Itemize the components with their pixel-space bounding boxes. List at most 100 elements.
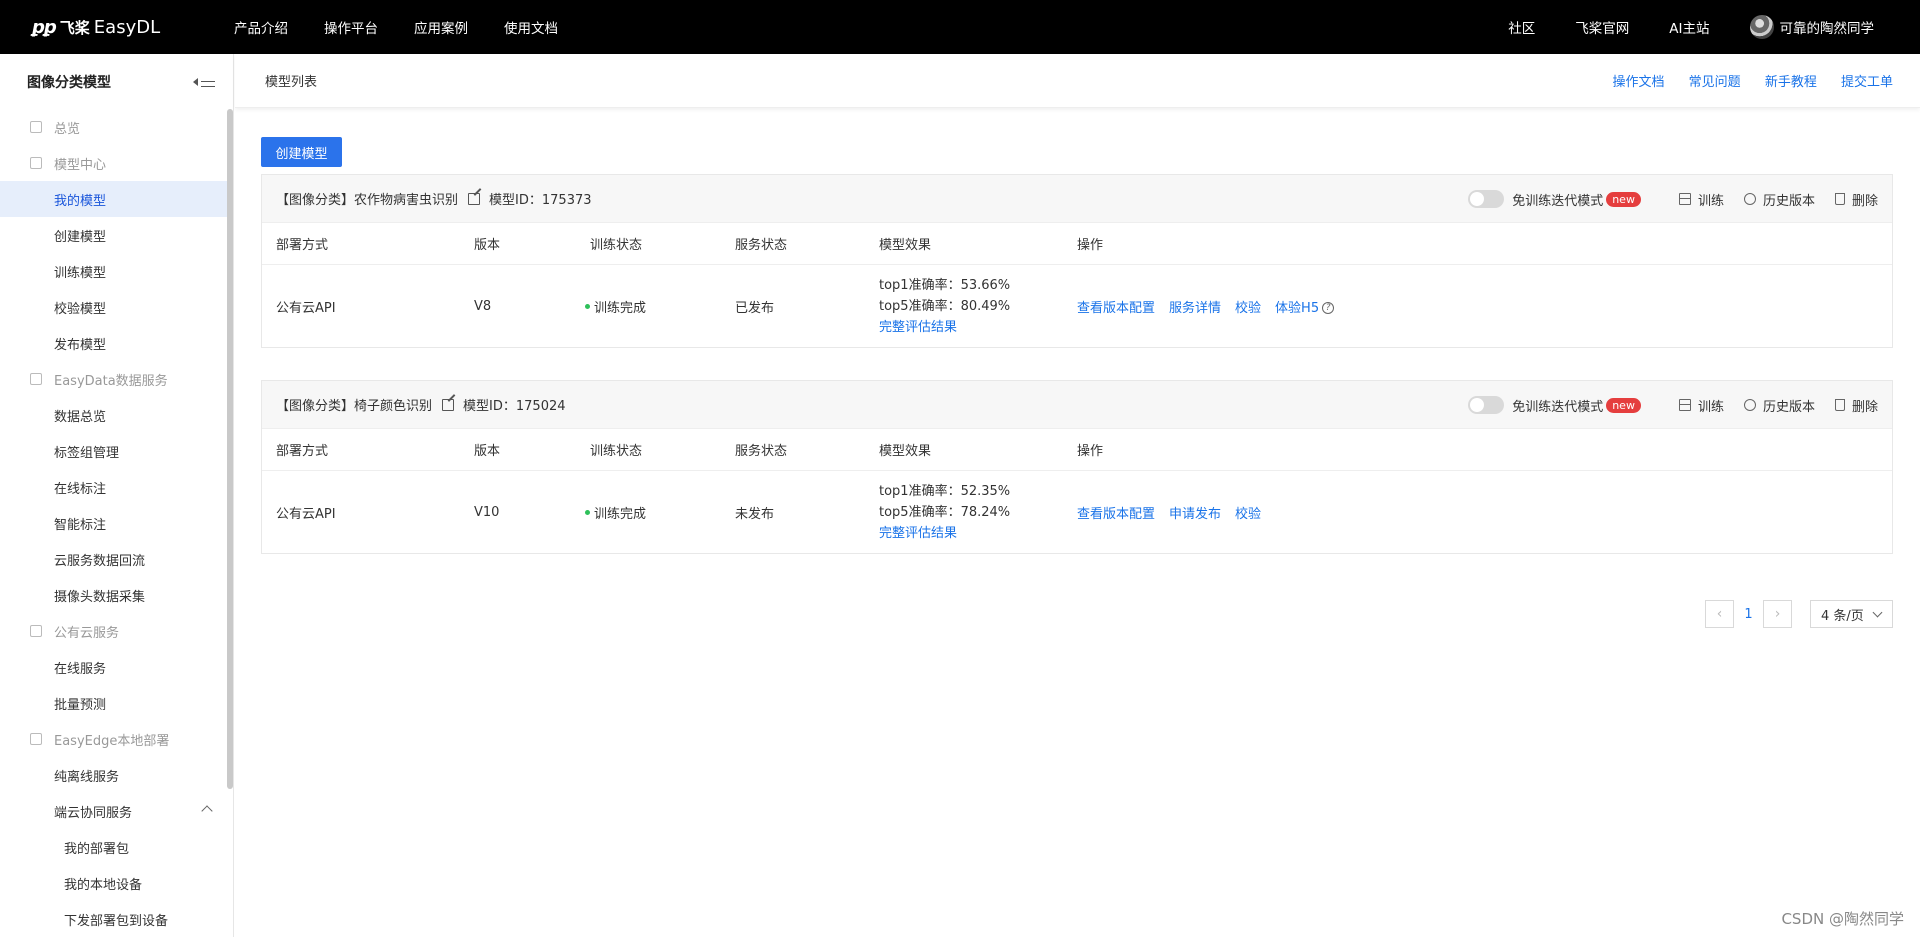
sidebar-item[interactable]: 下发部署包到设备: [0, 901, 233, 937]
col-deploy: 部署方式: [276, 444, 329, 459]
op-link[interactable]: 体验H5: [1275, 301, 1319, 316]
sidebar-item[interactable]: 智能标注: [0, 505, 233, 541]
sidebar-item[interactable]: 我的部署包: [0, 829, 233, 865]
sidebar-item[interactable]: 校验模型: [0, 289, 233, 325]
sidebar-item[interactable]: EasyEdge本地部署: [0, 721, 233, 757]
sidebar-item[interactable]: 创建模型: [0, 217, 233, 253]
delete-button[interactable]: 删除: [1834, 396, 1878, 415]
sidebar-item[interactable]: EasyData数据服务: [0, 361, 233, 397]
sidebar-item-label: 在线标注: [54, 481, 107, 497]
page-number[interactable]: 1: [1734, 607, 1763, 622]
collapse-sidebar-icon[interactable]: [193, 75, 215, 89]
link-tutorial[interactable]: 新手教程: [1765, 75, 1817, 90]
history-button[interactable]: 历史版本: [1743, 190, 1815, 209]
sidebar-item[interactable]: 模型中心: [0, 145, 233, 181]
sidebar-item[interactable]: 总览: [0, 109, 233, 145]
pagination: ‹ 1 › 4 条/页: [1705, 600, 1893, 628]
logo-brand: 飞桨: [59, 18, 90, 37]
deploy-cell: 公有云API: [276, 506, 336, 522]
sidebar-item[interactable]: 摄像头数据采集: [0, 577, 233, 613]
sidebar-item[interactable]: 纯离线服务: [0, 757, 233, 793]
op-link[interactable]: 校验: [1235, 507, 1261, 522]
help-icon[interactable]: ?: [1322, 302, 1335, 314]
sidebar-item[interactable]: 在线服务: [0, 649, 233, 685]
sidebar-item-label: 端云协同服务: [54, 805, 133, 821]
train-free-toggle[interactable]: [1468, 190, 1505, 208]
menu-platform[interactable]: 操作平台: [324, 17, 378, 37]
prev-page-button[interactable]: ‹: [1705, 600, 1734, 628]
top1-accuracy: top1准确率：53.66%: [879, 277, 1011, 293]
train-button[interactable]: 训练: [1678, 396, 1724, 415]
history-button[interactable]: 历史版本: [1743, 396, 1815, 415]
ops-cell: 查看版本配置 服务详情 校验 体验H5?: [1077, 297, 1892, 316]
link-submit-ticket[interactable]: 提交工单: [1841, 75, 1893, 90]
sidebar-item-label: 智能标注: [54, 517, 107, 533]
sidebar-item[interactable]: 云服务数据回流: [0, 541, 233, 577]
group-icon: [30, 373, 42, 385]
paddle-logo-icon: ꝑꝑ: [32, 16, 57, 38]
link-paddle-site[interactable]: 飞桨官网: [1575, 17, 1629, 37]
link-ai-main[interactable]: AI主站: [1669, 17, 1709, 37]
op-link[interactable]: 查看版本配置: [1077, 507, 1155, 522]
version-cell: V8: [474, 298, 492, 314]
model-id: 模型ID：175024: [463, 399, 566, 414]
col-ops: 操作: [1077, 238, 1104, 253]
sidebar-item-label: 数据总览: [54, 409, 107, 425]
op-link[interactable]: 校验: [1235, 301, 1261, 316]
sidebar-item[interactable]: 我的本地设备: [0, 865, 233, 901]
menu-cases[interactable]: 应用案例: [414, 17, 468, 37]
full-eval-link[interactable]: 完整评估结果: [879, 523, 1077, 544]
sidebar-item[interactable]: 批量预测: [0, 685, 233, 721]
sidebar-item[interactable]: 端云协同服务: [0, 793, 233, 829]
page-size-select[interactable]: 4 条/页: [1810, 600, 1893, 628]
sidebar-item-label: 发布模型: [54, 337, 107, 353]
model-category: 【图像分类】: [276, 193, 355, 208]
toggle-label: 免训练迭代模式: [1512, 193, 1604, 209]
next-page-button[interactable]: ›: [1763, 600, 1792, 628]
sidebar-item[interactable]: 发布模型: [0, 325, 233, 361]
full-eval-link[interactable]: 完整评估结果: [879, 317, 1077, 338]
top-menu: 产品介绍 操作平台 应用案例 使用文档: [234, 17, 594, 37]
model-card: 【图像分类】农作物病害虫识别 模型ID：175373 免训练迭代模式 new 训…: [261, 174, 1893, 348]
sidebar-scrollbar[interactable]: [227, 109, 233, 789]
col-train-status: 训练状态: [590, 238, 643, 253]
logo[interactable]: ꝑꝑ 飞桨 EasyDL: [32, 17, 172, 38]
chevron-up-icon[interactable]: [201, 805, 213, 817]
page-size-value: 4 条/页: [1821, 608, 1864, 624]
train-button[interactable]: 训练: [1678, 190, 1724, 209]
sidebar-item[interactable]: 公有云服务: [0, 613, 233, 649]
create-model-button[interactable]: 创建模型: [261, 137, 342, 167]
user-menu[interactable]: 可靠的陶然同学: [1749, 15, 1874, 39]
train-free-toggle[interactable]: [1468, 396, 1505, 414]
menu-product-intro[interactable]: 产品介绍: [234, 17, 288, 37]
group-icon: [30, 625, 42, 637]
sidebar-item[interactable]: 我的模型: [0, 181, 233, 217]
edit-icon[interactable]: [468, 192, 481, 205]
sidebar-item[interactable]: 数据总览: [0, 397, 233, 433]
sidebar-item-label: 我的模型: [54, 193, 107, 209]
link-community[interactable]: 社区: [1508, 17, 1535, 37]
top-navbar: ꝑꝑ 飞桨 EasyDL 产品介绍 操作平台 应用案例 使用文档 社区 飞桨官网 …: [0, 0, 1920, 54]
delete-button[interactable]: 删除: [1834, 190, 1878, 209]
new-badge: new: [1606, 397, 1641, 413]
breadcrumb: 模型列表: [265, 75, 318, 90]
link-operation-docs[interactable]: 操作文档: [1613, 75, 1665, 90]
op-link[interactable]: 服务详情: [1169, 301, 1221, 316]
col-effect: 模型效果: [879, 238, 932, 253]
sidebar-item-label: 总览: [54, 121, 81, 137]
sidebar-title: 图像分类模型: [27, 74, 111, 91]
edit-icon[interactable]: [442, 398, 455, 411]
op-link[interactable]: 申请发布: [1169, 507, 1221, 522]
sidebar-item[interactable]: 标签组管理: [0, 433, 233, 469]
col-ops: 操作: [1077, 444, 1104, 459]
link-faq[interactable]: 常见问题: [1689, 75, 1741, 90]
sidebar-item-label: 摄像头数据采集: [54, 589, 146, 605]
sidebar-item[interactable]: 在线标注: [0, 469, 233, 505]
sidebar-item-label: EasyData数据服务: [54, 373, 168, 389]
group-icon: [30, 121, 42, 133]
op-link[interactable]: 查看版本配置: [1077, 301, 1155, 316]
sidebar-menu: 总览模型中心我的模型创建模型 训练模型 校验模型发布模型 EasyData数据服务 数据…: [0, 109, 233, 937]
menu-docs[interactable]: 使用文档: [504, 17, 558, 37]
sidebar-item[interactable]: 训练模型: [0, 253, 233, 289]
model-card: 【图像分类】椅子颜色识别 模型ID：175024 免训练迭代模式 new 训练 …: [261, 380, 1893, 554]
